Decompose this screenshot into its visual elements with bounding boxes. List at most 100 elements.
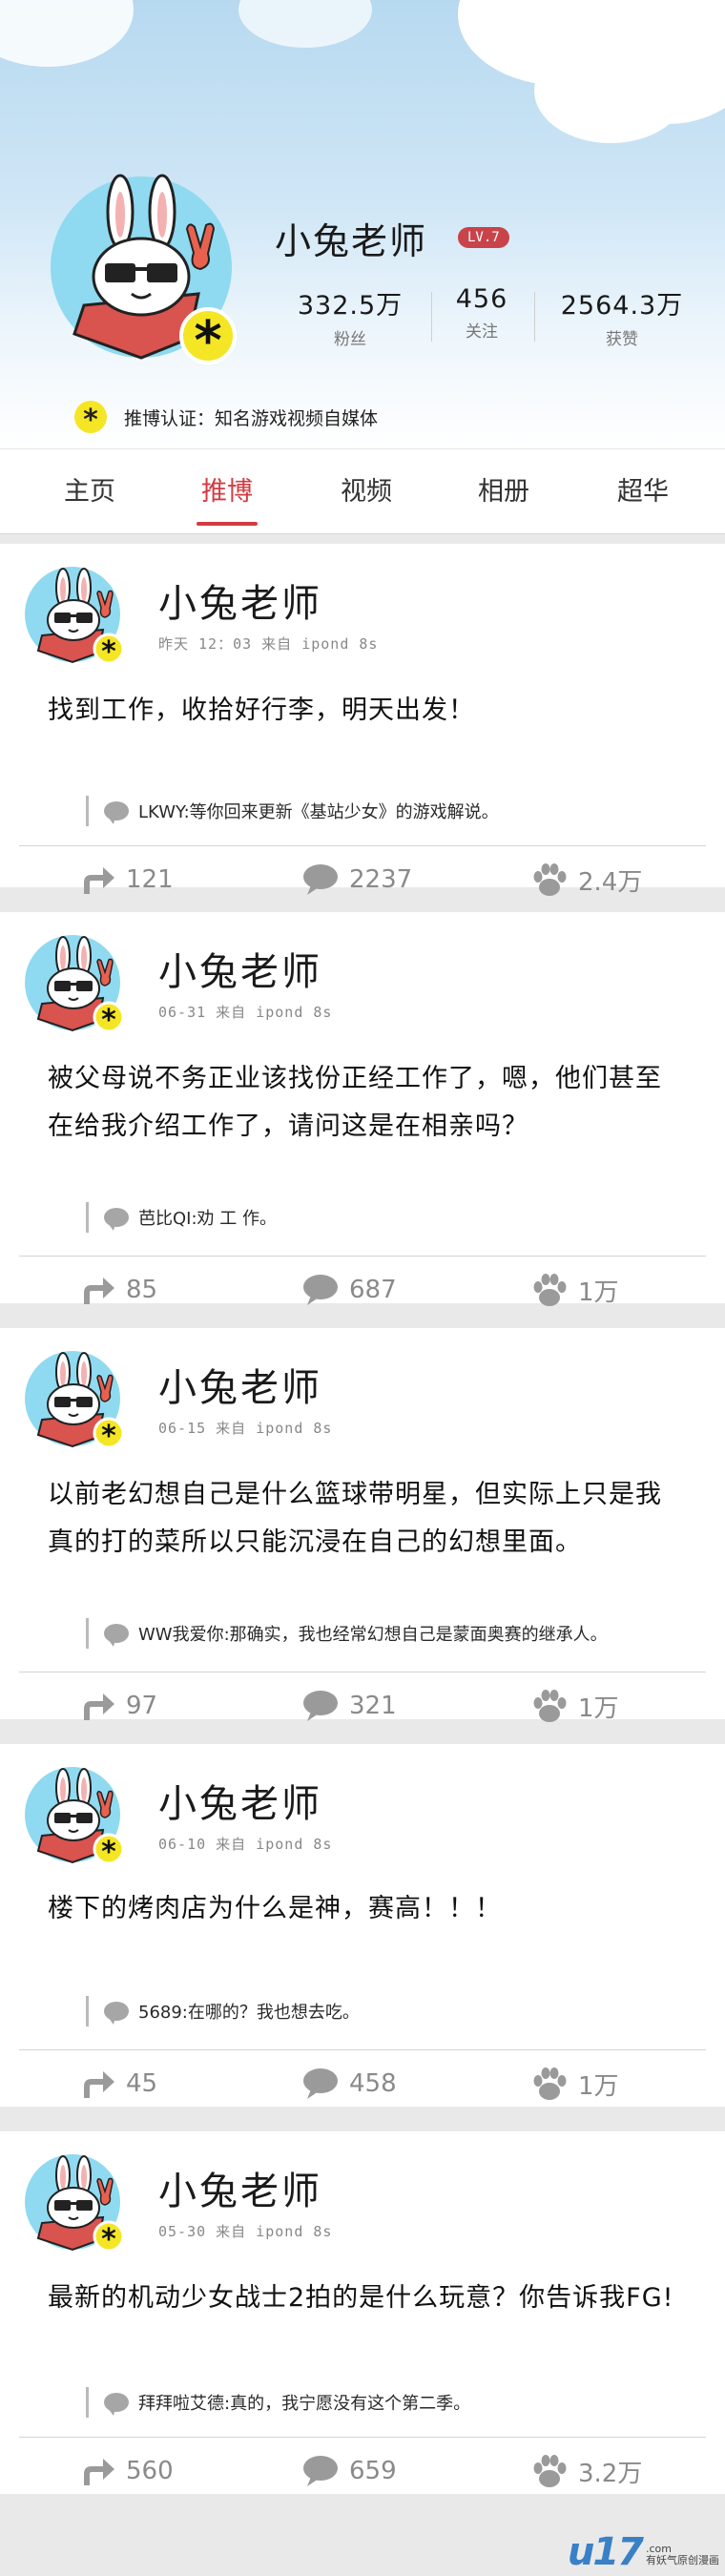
post-avatar[interactable]: * [25, 565, 132, 672]
post-actions: 121 2237 2.4万 [0, 851, 725, 908]
post-card[interactable]: * 小兔老师 05-30 来自 ipond 8s 最新的机动少女战士2拍的是什么… [0, 2131, 725, 2494]
svg-text:*: * [101, 2223, 116, 2256]
post-card[interactable]: * 小兔老师 昨天 12：03 来自 ipond 8s 找到工作，收拾好行李，明… [0, 544, 725, 897]
post-meta: 06-15 来自 ipond 8s [158, 1420, 333, 1437]
post-author[interactable]: 小兔老师 [158, 572, 322, 628]
comment-bubble-icon [104, 1624, 129, 1647]
comment-count: 659 [349, 2457, 397, 2485]
stat-following[interactable]: 456 关注 [441, 284, 523, 342]
comment-bubble-icon [303, 2456, 338, 2486]
post-top-reply[interactable]: 5689:在哪的？我也想去吃。 [86, 1996, 360, 2026]
stat-divider [534, 292, 535, 342]
tab-home[interactable]: 主页 [32, 449, 147, 535]
like-button[interactable]: 1万 [530, 1677, 619, 1735]
tab-posts[interactable]: 推博 [170, 449, 284, 535]
like-count: 1万 [578, 1693, 619, 1723]
post-actions: 560 659 3.2万 [0, 2442, 725, 2500]
post-top-reply[interactable]: WW我爱你:那确实，我也经常幻想自己是蒙面奥赛的继承人。 [86, 1618, 608, 1649]
paw-icon [533, 2455, 567, 2487]
comment-count: 687 [349, 1276, 397, 1304]
post-text: 找到工作，收拾好行李，明天出发！ [48, 687, 696, 735]
verification-text: 推博认证：知名游戏视频自媒体 [124, 407, 379, 429]
reply-text: 5689:在哪的？我也想去吃。 [138, 2003, 360, 2023]
comment-bubble-icon [303, 2068, 338, 2099]
tab-videos[interactable]: 视频 [309, 449, 424, 535]
comment-bubble-icon [104, 2002, 129, 2025]
post-text: 楼下的烤肉店为什么是神，赛高！！！ [48, 1885, 696, 1933]
stat-fans[interactable]: 332.5万 粉丝 [284, 284, 416, 349]
comment-button[interactable]: 321 [301, 1677, 397, 1735]
stat-likes-label: 获赞 [606, 330, 638, 349]
profile-avatar[interactable]: * [46, 172, 246, 372]
post-card[interactable]: * 小兔老师 06-31 来自 ipond 8s 被父母说不务正业该找份正经工作… [0, 912, 725, 1307]
like-button[interactable]: 1万 [530, 2055, 619, 2112]
svg-text:*: * [101, 1836, 116, 1869]
repost-count: 560 [126, 2457, 174, 2485]
comment-bubble-icon [303, 1275, 338, 1305]
paw-icon [533, 863, 567, 896]
post-avatar[interactable]: * [25, 2152, 132, 2259]
repost-button[interactable]: 45 [78, 2055, 157, 2112]
post-top-reply[interactable]: 芭比QI:劝 工 作。 [86, 1202, 277, 1233]
tab-super[interactable]: 超华 [586, 449, 700, 535]
post-avatar[interactable]: * [25, 1349, 132, 1456]
profile-name: 小兔老师 [275, 220, 428, 262]
post-top-reply[interactable]: LKWY:等你回来更新《基站少女》的游戏解说。 [86, 796, 499, 826]
comment-bubble-icon [303, 864, 338, 895]
post-divider [19, 2437, 706, 2438]
profile-tabs: 主页 推博 视频 相册 超华 [0, 448, 725, 534]
stat-likes[interactable]: 2564.3万 获赞 [546, 284, 698, 349]
post-text-line: 最新的机动少女战士2拍的是什么玩意？你告诉我FG! [48, 2283, 674, 2313]
repost-arrow-icon [84, 1693, 114, 1720]
stat-fans-label: 粉丝 [334, 330, 366, 349]
post-author[interactable]: 小兔老师 [158, 2160, 322, 2215]
tab-albums[interactable]: 相册 [446, 449, 561, 535]
like-button[interactable]: 2.4万 [530, 851, 642, 908]
repost-button[interactable]: 97 [78, 1677, 157, 1735]
watermark-logo: u17 [567, 2530, 644, 2574]
reply-text: LKWY:等你回来更新《基站少女》的游戏解说。 [138, 802, 499, 822]
post-card[interactable]: * 小兔老师 06-15 来自 ipond 8s 以前老幻想自己是什么篮球带明星… [0, 1328, 725, 1723]
like-count: 1万 [578, 1278, 619, 1307]
stat-following-label: 关注 [466, 322, 498, 342]
post-author[interactable]: 小兔老师 [158, 941, 322, 996]
comment-bubble-icon [104, 801, 129, 824]
repost-arrow-icon [84, 2459, 114, 2485]
repost-arrow-icon [84, 2071, 114, 2098]
like-count: 3.2万 [578, 2459, 643, 2488]
post-text-line: 楼下的烤肉店为什么是神，赛高！！！ [48, 1894, 502, 1923]
post-divider [19, 2049, 706, 2050]
post-author[interactable]: 小兔老师 [158, 1773, 322, 1828]
post-meta: 06-31 来自 ipond 8s [158, 1004, 333, 1021]
reply-text: 拜拜啦艾德:真的，我宁愿没有这个第二季。 [138, 2394, 471, 2414]
stat-likes-value: 2564.3万 [560, 291, 684, 321]
post-avatar[interactable]: * [25, 1765, 132, 1872]
comment-button[interactable]: 458 [301, 2055, 397, 2112]
comment-button[interactable]: 2237 [301, 851, 412, 908]
reply-text: 芭比QI:劝 工 作。 [138, 1209, 277, 1229]
repost-button[interactable]: 121 [78, 851, 174, 908]
paw-icon [533, 2067, 567, 2100]
repost-count: 85 [126, 1276, 158, 1304]
repost-button[interactable]: 85 [78, 1261, 157, 1319]
stat-following-value: 456 [455, 284, 508, 314]
stat-fans-value: 332.5万 [297, 291, 404, 321]
comment-button[interactable]: 659 [301, 2442, 397, 2500]
like-button[interactable]: 3.2万 [530, 2442, 642, 2500]
post-card[interactable]: * 小兔老师 06-10 来自 ipond 8s 楼下的烤肉店为什么是神，赛高！… [0, 1744, 725, 2107]
comment-count: 2237 [349, 865, 413, 894]
repost-button[interactable]: 560 [78, 2442, 174, 2500]
watermark-caption: .com 有妖气原创漫画 [646, 2544, 719, 2566]
reply-text: WW我爱你:那确实，我也经常幻想自己是蒙面奥赛的继承人。 [138, 1625, 608, 1645]
post-author[interactable]: 小兔老师 [158, 1357, 322, 1412]
post-top-reply[interactable]: 拜拜啦艾德:真的，我宁愿没有这个第二季。 [86, 2387, 470, 2418]
comment-bubble-icon [104, 1208, 129, 1231]
stat-divider [431, 292, 432, 342]
post-meta: 昨天 12：03 来自 ipond 8s [158, 635, 379, 653]
post-avatar[interactable]: * [25, 933, 132, 1040]
paw-icon [533, 1274, 567, 1306]
post-text-line: 在给我介绍工作了，请问这是在相亲吗？ [48, 1111, 528, 1141]
comment-button[interactable]: 687 [301, 1261, 397, 1319]
post-actions: 97 321 1万 [0, 1677, 725, 1735]
like-button[interactable]: 1万 [530, 1261, 619, 1319]
